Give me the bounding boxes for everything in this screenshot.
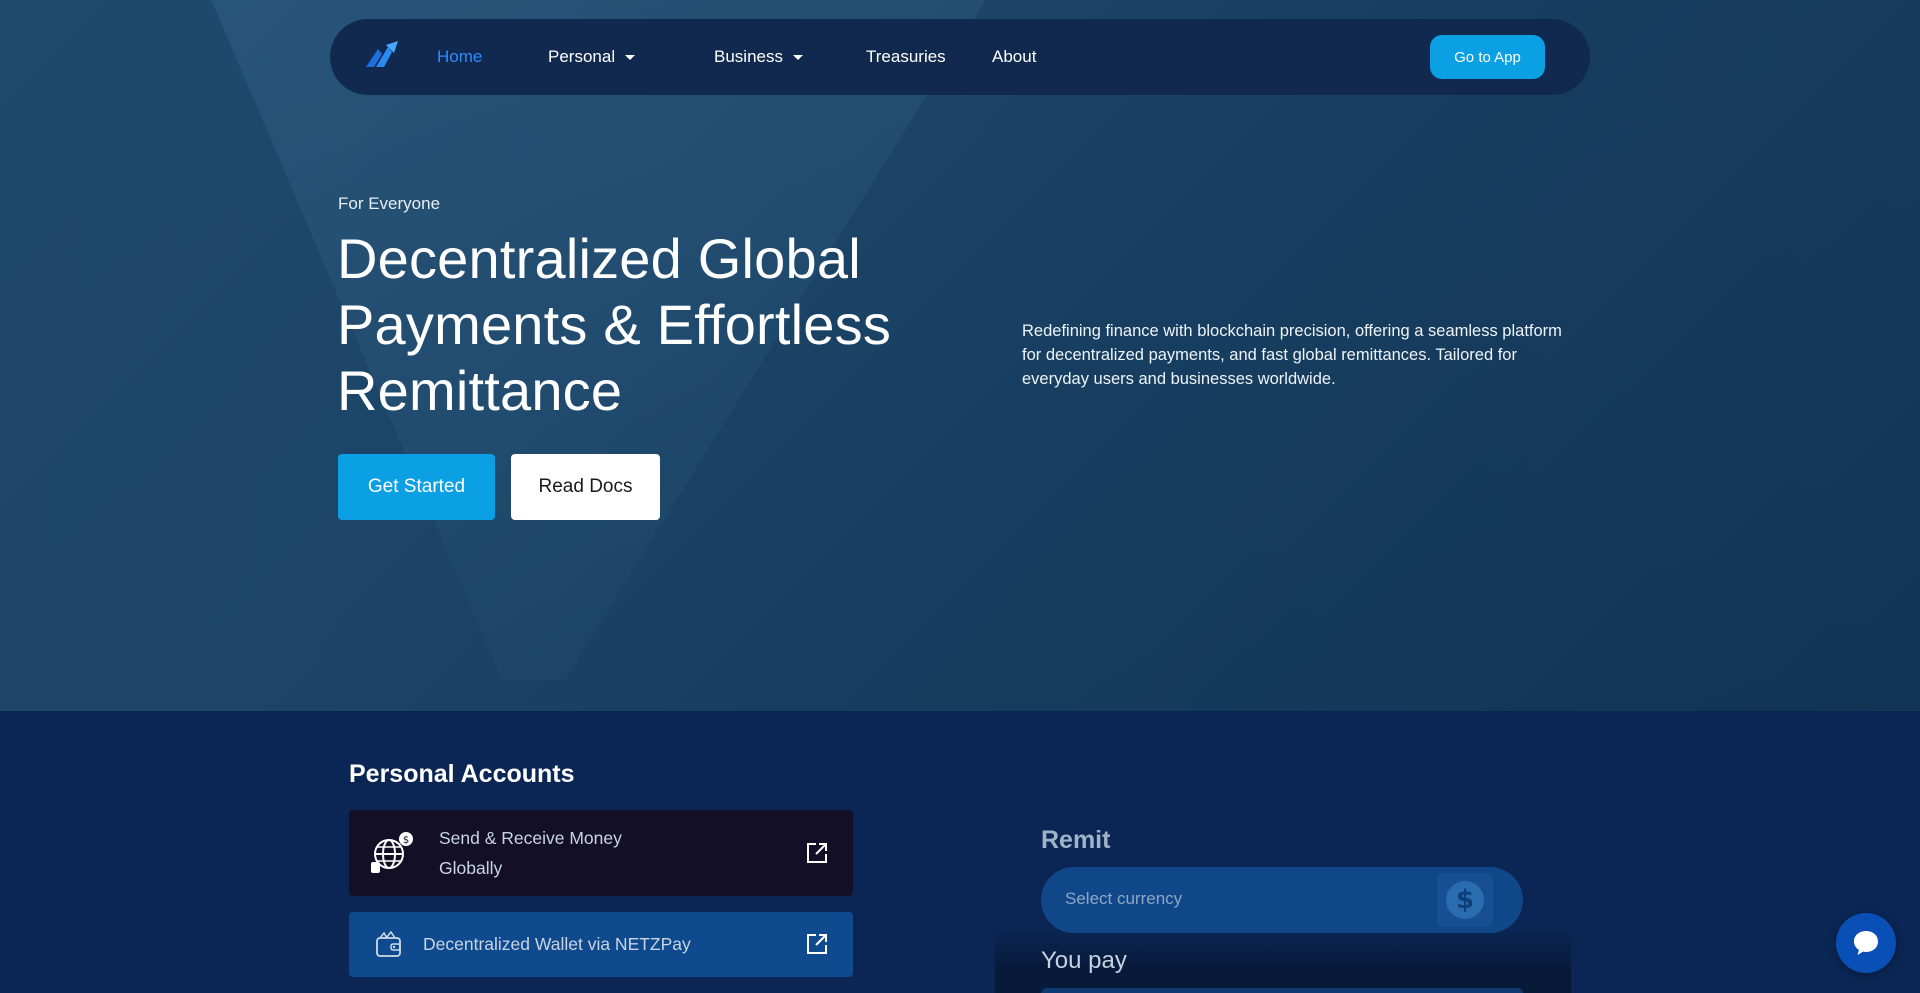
you-pay-label: You pay <box>1041 947 1127 974</box>
card-label: Decentralized Wallet via NETZPay <box>423 934 691 954</box>
nav-item-about[interactable]: About <box>992 19 1036 95</box>
svg-text:$: $ <box>403 835 409 846</box>
external-link-icon <box>807 843 827 863</box>
currency-select[interactable]: Select currency $ <box>1041 867 1523 933</box>
personal-accounts-title: Personal Accounts <box>349 760 575 788</box>
currency-placeholder: Select currency <box>1065 889 1183 908</box>
nav-item-business[interactable]: Business <box>714 19 803 95</box>
wallet-icon <box>375 931 403 959</box>
chat-bubble-icon <box>1854 931 1878 955</box>
get-started-button[interactable]: Get Started <box>338 454 495 520</box>
you-pay-input[interactable] <box>1041 988 1523 993</box>
nav-item-label: Personal <box>548 47 616 66</box>
hero-headline: Decentralized Global Payments & Effortle… <box>337 227 892 422</box>
nav-item-label: Business <box>714 47 783 66</box>
remit-title: Remit <box>1041 826 1111 854</box>
lower-section <box>0 711 1920 993</box>
chat-button[interactable] <box>1836 913 1896 973</box>
wallet-card[interactable]: Decentralized Wallet via NETZPay <box>349 912 853 977</box>
card-label: Send & Receive Money Globally <box>439 828 622 878</box>
caret-down-icon <box>792 54 803 60</box>
dollar-icon: $ <box>1446 881 1484 919</box>
nav-item-treasuries[interactable]: Treasuries <box>866 19 946 95</box>
hero-description: Redefining finance with blockchain preci… <box>1022 322 1562 388</box>
nav-item-personal[interactable]: Personal <box>548 19 636 95</box>
nav-item-label: About <box>992 47 1037 66</box>
hero-section: Home Personal Business Treasuries About … <box>0 0 1920 711</box>
external-link-icon <box>807 934 827 954</box>
globe-money-icon: $ <box>371 830 415 874</box>
nav-item-label: Treasuries <box>866 47 946 66</box>
read-docs-button[interactable]: Read Docs <box>511 454 660 520</box>
top-navbar: Home Personal Business Treasuries About … <box>330 19 1590 95</box>
caret-down-icon <box>625 54 636 60</box>
nav-item-home[interactable]: Home <box>437 19 482 95</box>
nav-item-label: Home <box>437 47 483 66</box>
netz-logo-icon[interactable] <box>366 41 398 71</box>
hero-eyebrow: For Everyone <box>338 194 441 213</box>
hero-background-facet <box>0 200 360 711</box>
currency-picker-button[interactable]: $ <box>1437 873 1493 927</box>
send-receive-card[interactable]: $ Send & Receive Money Globally <box>349 810 853 896</box>
go-to-app-button[interactable]: Go to App <box>1430 35 1545 79</box>
